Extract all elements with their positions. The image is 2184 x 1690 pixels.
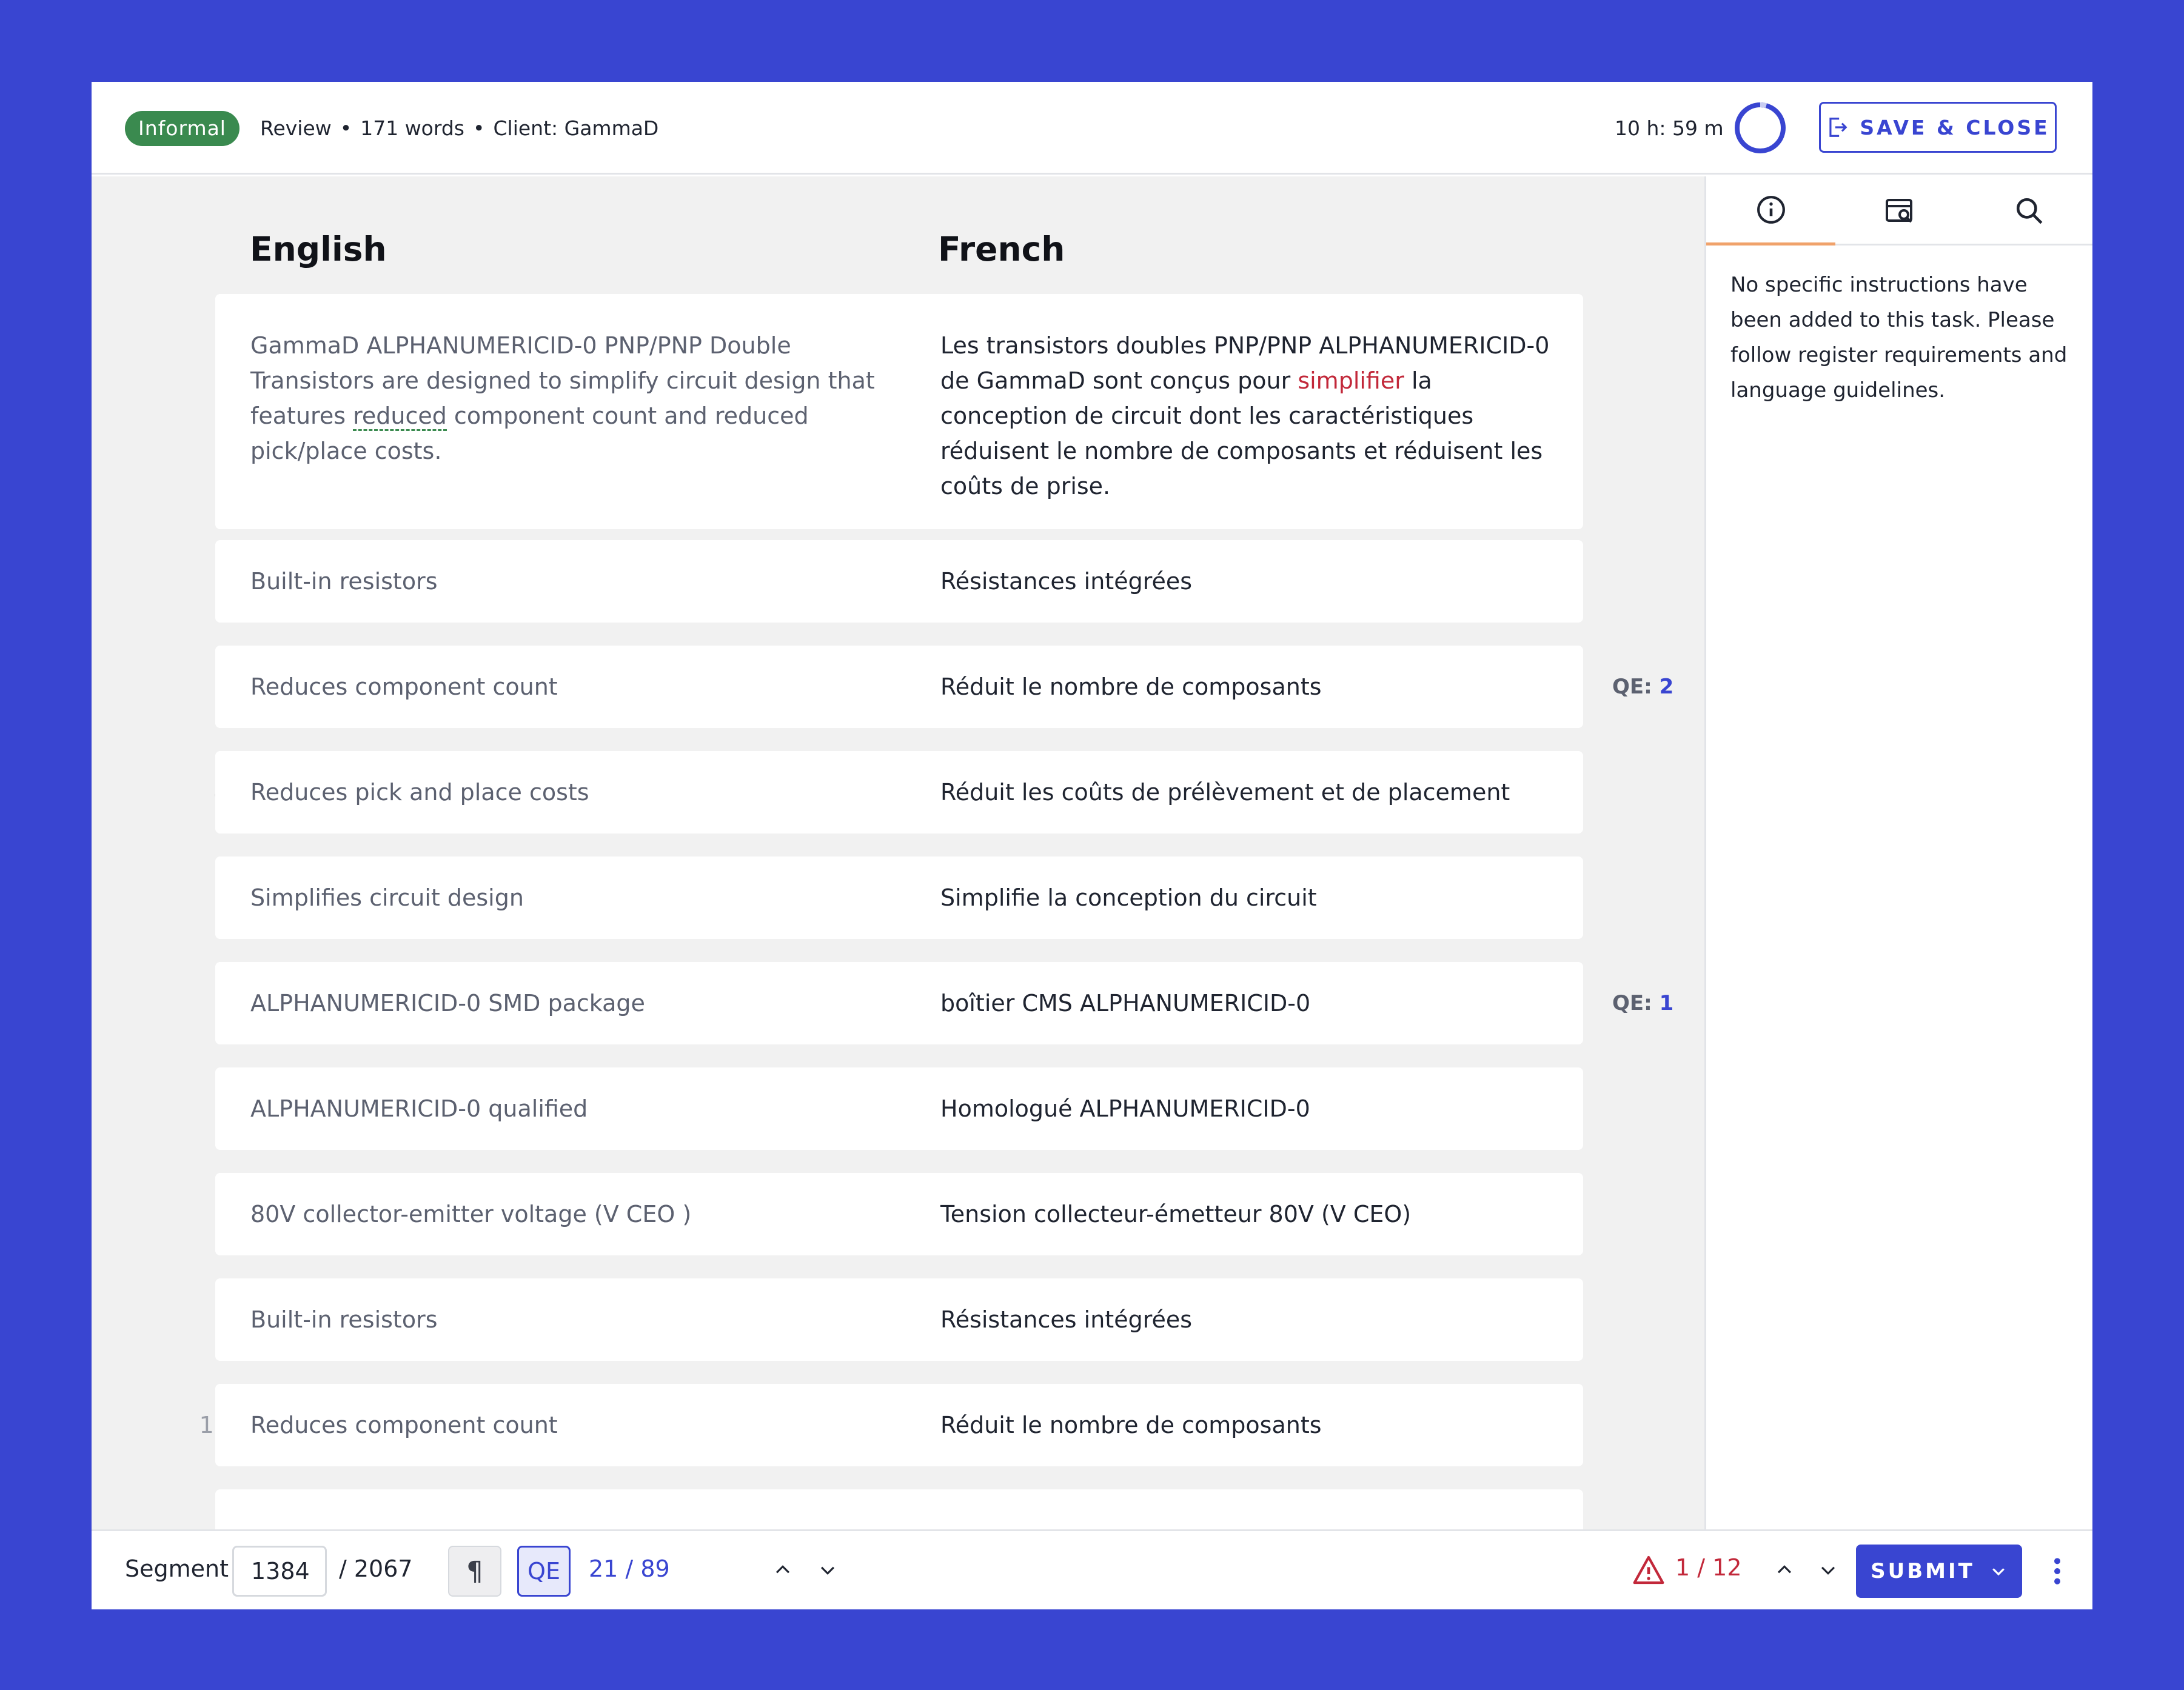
- warning-next-button[interactable]: [1810, 1552, 1846, 1588]
- show-formatting-button[interactable]: ¶: [448, 1546, 501, 1597]
- qe-previous-button[interactable]: [765, 1552, 801, 1588]
- source-text: Reduces pick and place costs: [250, 779, 589, 806]
- segment-number: 3: [92, 673, 229, 700]
- source-text: Simplifies circuit design: [250, 884, 524, 911]
- bottom-bar: Segment / 2067 ¶ QE 21 / 89 1 / 12 SUBMI…: [92, 1529, 2092, 1609]
- tab-preview[interactable]: [1835, 176, 1965, 245]
- qe-filter-button[interactable]: QE: [517, 1546, 571, 1597]
- kebab-menu-icon: [2054, 1558, 2060, 1585]
- segment-total: / 2067: [339, 1555, 413, 1582]
- flagged-word: reduced: [353, 402, 447, 431]
- source-text: Reduces component count: [250, 1412, 558, 1438]
- segment-number: 5: [92, 884, 229, 911]
- segment-row[interactable]: Built-in resistors Résistances intégrées: [215, 1278, 1583, 1361]
- target-text[interactable]: boîtier CMS ALPHANUMERICID-0: [940, 962, 1559, 1044]
- save-close-label: SAVE & CLOSE: [1860, 115, 2050, 139]
- tab-search[interactable]: [1965, 176, 2092, 245]
- segment-number: 7: [92, 1095, 229, 1122]
- qe-score[interactable]: QE: 2: [1612, 675, 1673, 699]
- side-panel-tabs: [1706, 176, 2092, 245]
- source-text: 80V collector-emitter voltage (V CEO ): [250, 1201, 692, 1227]
- segment-row[interactable]: Reduces pick and place costs Réduit les …: [215, 751, 1583, 833]
- chevron-down-icon[interactable]: [1989, 1562, 2008, 1580]
- register-badge: Informal: [125, 111, 240, 146]
- segment-number: 8: [92, 1201, 229, 1227]
- qe-score[interactable]: QE: 1: [1612, 991, 1673, 1015]
- task-meta: Review • 171 words • Client: GammaD: [260, 116, 659, 140]
- client-name: Client: GammaD: [493, 116, 659, 140]
- chevron-up-icon: [775, 1565, 790, 1574]
- segment-number: 1: [92, 382, 229, 409]
- qe-counter: 21 / 89: [589, 1555, 670, 1582]
- segment-number: 6: [92, 990, 229, 1017]
- segment-row[interactable]: ALPHANUMERICID-0 qualified Homologué ALP…: [215, 1067, 1583, 1150]
- target-text[interactable]: Résistances intégrées: [940, 1278, 1559, 1361]
- word-count: 171 words: [360, 116, 465, 140]
- source-text: ALPHANUMERICID-0 qualified: [250, 1095, 588, 1122]
- warning-previous-button[interactable]: [1766, 1552, 1803, 1588]
- target-text[interactable]: Tension collecteur-émetteur 80V (V CEO): [940, 1173, 1559, 1255]
- segment-number: 9: [92, 1306, 229, 1333]
- source-text: GammaD ALPHANUMERICID-0 PNP/PNP Double T…: [250, 332, 875, 464]
- segment-row[interactable]: ALPHANUMERICID-0 SMD package boîtier CMS…: [215, 962, 1583, 1044]
- segment-row[interactable]: 80V collector-emitter voltage (V CEO ) T…: [215, 1173, 1583, 1255]
- info-icon: [1757, 195, 1785, 224]
- target-text[interactable]: Réduit le nombre de composants: [940, 646, 1559, 728]
- segment-row[interactable]: Reduces component count Réduit le nombre…: [215, 1384, 1583, 1466]
- source-text: Reduces component count: [250, 673, 558, 700]
- submit-button[interactable]: SUBMIT: [1856, 1545, 2022, 1598]
- source-text: Built-in resistors: [250, 1306, 438, 1333]
- target-text[interactable]: Homologué ALPHANUMERICID-0: [940, 1067, 1559, 1150]
- segment-number: 2: [92, 568, 229, 595]
- search-icon: [2016, 198, 2042, 224]
- tab-instructions[interactable]: [1706, 176, 1835, 245]
- target-text[interactable]: Réduit le nombre de composants: [940, 1384, 1559, 1466]
- target-text[interactable]: Réduit les coûts de prélèvement et de pl…: [940, 751, 1559, 833]
- timer-ring-icon: [1735, 102, 1786, 153]
- segment-number: 4: [92, 779, 229, 806]
- top-bar: Informal Review • 171 words • Client: GammaD…: [92, 82, 2092, 175]
- error-word: simplifier: [1298, 367, 1404, 394]
- segment-number-input[interactable]: [232, 1546, 327, 1597]
- task-type: Review: [260, 116, 332, 140]
- segment-row[interactable]: [215, 1489, 1583, 1529]
- target-text[interactable]: Résistances intégrées: [940, 540, 1559, 623]
- source-text: Built-in resistors: [250, 568, 438, 595]
- segment-editor: English French 1 GammaD ALPHANUMERICID-0…: [92, 176, 1704, 1529]
- editor-window: Informal Review • 171 words • Client: GammaD…: [92, 82, 2092, 1609]
- warning-icon[interactable]: [1632, 1553, 1666, 1587]
- source-language-heading: English: [250, 230, 387, 269]
- target-text[interactable]: Les transistors doubles PNP/PNP ALPHANUM…: [940, 328, 1559, 504]
- target-language-heading: French: [938, 230, 1065, 269]
- chevron-down-icon: [1821, 1566, 1835, 1575]
- segment-number: 10: [199, 1412, 229, 1438]
- qe-next-button[interactable]: [809, 1552, 846, 1588]
- segment-row[interactable]: GammaD ALPHANUMERICID-0 PNP/PNP Double T…: [215, 294, 1583, 529]
- segment-row[interactable]: Simplifies circuit design Simplifie la c…: [215, 857, 1583, 939]
- segment-row[interactable]: Reduces component count Réduit le nombre…: [215, 646, 1583, 728]
- chevron-down-icon: [820, 1566, 835, 1575]
- segment-row[interactable]: Built-in resistors Résistances intégrées: [215, 540, 1583, 623]
- warning-counter: 1 / 12: [1675, 1554, 1742, 1581]
- preview-icon: [1885, 199, 1912, 223]
- side-panel: No specific instructions have been added…: [1704, 176, 2092, 1529]
- save-close-button[interactable]: SAVE & CLOSE: [1819, 102, 2057, 153]
- target-text[interactable]: Simplifie la conception du circuit: [940, 857, 1559, 939]
- more-options-button[interactable]: [2045, 1551, 2069, 1592]
- time-remaining: 10 h: 59 m: [1615, 116, 1724, 140]
- segment-label: Segment: [125, 1555, 229, 1582]
- chevron-up-icon: [1777, 1565, 1792, 1574]
- submit-label: SUBMIT: [1871, 1559, 1975, 1583]
- task-instructions: No specific instructions have been added…: [1730, 273, 2068, 402]
- source-text: ALPHANUMERICID-0 SMD package: [250, 990, 645, 1017]
- exit-icon: [1829, 118, 1847, 137]
